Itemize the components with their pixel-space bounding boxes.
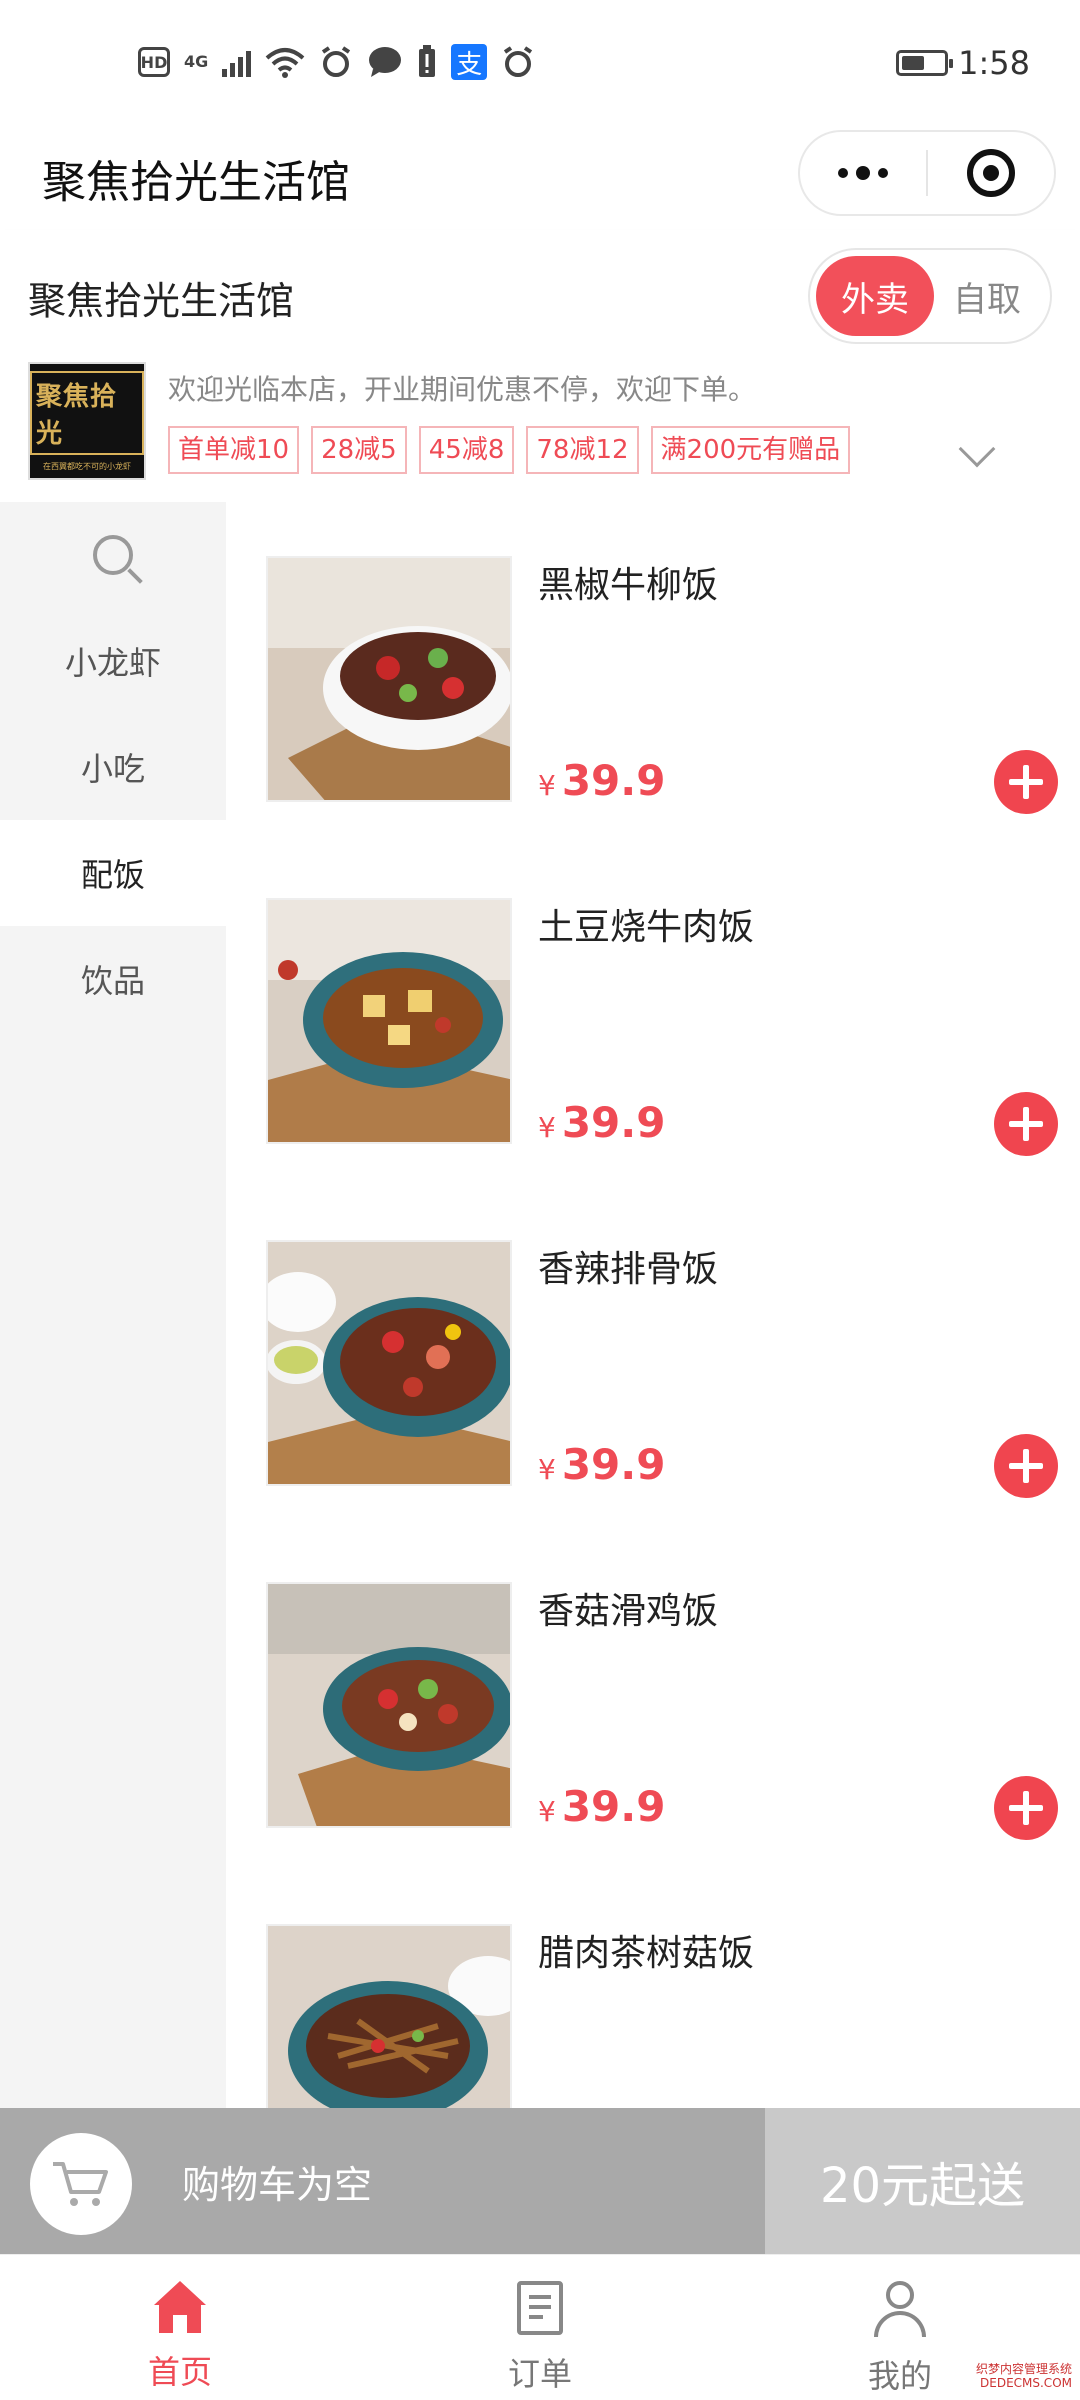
search-icon	[93, 535, 133, 575]
product-name: 黑椒牛柳饭	[538, 565, 719, 606]
category-item[interactable]: 饮品	[0, 926, 226, 1032]
promo-tag: 28减5	[311, 426, 407, 474]
price-value: 39.9	[561, 1782, 666, 1831]
message-icon	[369, 47, 402, 77]
shop-logo: 聚焦拾光 在西翼都吃不可的小龙虾	[28, 362, 146, 480]
promotion-tags: 首单减10 28减5 45减8 78减12 满200元有赠品	[168, 426, 851, 474]
logo-subtext: 在西翼都吃不可的小龙虾	[43, 461, 131, 471]
product-list: 黑椒牛柳饭 ¥ 39.9 土豆烧牛肉饭 ¥ 39.9 香辣排骨饭 ¥ 39.9 …	[226, 502, 1080, 2108]
tab-label: 订单	[507, 2355, 572, 2393]
battery-level	[902, 56, 925, 70]
product-price: ¥ 39.9	[538, 1782, 665, 1831]
product-card[interactable]: 土豆烧牛肉饭 ¥ 39.9	[266, 898, 1066, 1156]
tab-label: 首页	[147, 2353, 212, 2391]
promo-tag: 首单减10	[168, 426, 300, 474]
shop-header: 聚焦拾光生活馆 外卖 自取 聚焦拾光 在西翼都吃不可的小龙虾 欢迎光临本店，开业…	[0, 230, 1080, 502]
product-card[interactable]: 黑椒牛柳饭 ¥ 39.9	[266, 556, 1066, 814]
watermark: 织梦内容管理系统 DEDECMS.COM	[976, 2362, 1072, 2390]
product-price: ¥ 39.9	[538, 1098, 665, 1147]
order-mode-toggle: 外卖 自取	[808, 248, 1052, 344]
promo-tag: 45减8	[418, 426, 515, 474]
currency-symbol: ¥	[538, 1453, 556, 1486]
cart-summary[interactable]: 购物车为空	[0, 2108, 765, 2254]
plus-icon	[1023, 1107, 1029, 1141]
wifi-icon	[265, 48, 305, 78]
battery-alert-icon	[419, 45, 436, 77]
status-right: 1:58	[896, 44, 1030, 82]
plus-icon	[1023, 1449, 1029, 1483]
checkout-button[interactable]: 20元起送	[765, 2108, 1080, 2254]
user-icon	[872, 2281, 928, 2337]
watermark-line: 织梦内容管理系统	[975, 2362, 1072, 2376]
promo-tag: 78减12	[526, 426, 639, 474]
product-card[interactable]: 香辣排骨饭 ¥ 39.9	[266, 1240, 1066, 1498]
add-to-cart-button[interactable]	[994, 1434, 1058, 1498]
category-sidebar: 小龙虾 小吃 配饭 饮品	[0, 502, 226, 2108]
add-to-cart-button[interactable]	[994, 1776, 1058, 1840]
more-dots-icon	[838, 166, 888, 180]
tab-home[interactable]: 首页	[0, 2255, 360, 2400]
add-to-cart-button[interactable]	[994, 1092, 1058, 1156]
currency-symbol: ¥	[538, 1111, 556, 1144]
tab-orders[interactable]: 订单	[360, 2255, 720, 2400]
more-button[interactable]	[800, 132, 926, 214]
delivery-mode-button[interactable]: 外卖	[816, 256, 934, 336]
plus-icon	[1023, 765, 1029, 799]
cart-bar: 购物车为空 20元起送	[0, 2108, 1080, 2254]
product-image	[266, 1240, 512, 1486]
price-value: 39.9	[561, 1098, 666, 1147]
clock: 1:58	[958, 44, 1030, 82]
price-value: 39.9	[561, 1440, 666, 1489]
target-icon	[967, 149, 1015, 197]
category-item-active[interactable]: 配饭	[0, 820, 226, 926]
price-value: 39.9	[561, 756, 666, 805]
status-icons: HD 4G 支	[138, 44, 535, 80]
cart-icon	[53, 2162, 108, 2206]
alarm-icon	[504, 46, 533, 77]
product-price: ¥ 39.9	[538, 756, 665, 805]
cart-status: 购物车为空	[182, 2163, 373, 2207]
battery-icon	[896, 50, 954, 76]
shop-name: 聚焦拾光生活馆	[28, 279, 295, 323]
product-image	[266, 1924, 512, 2108]
alarm-icon	[322, 46, 351, 77]
network-type: 4G	[184, 52, 209, 71]
tab-label: 我的	[867, 2357, 932, 2395]
search-button[interactable]	[0, 502, 226, 608]
product-name: 土豆烧牛肉饭	[538, 907, 755, 948]
product-card[interactable]: 腊肉茶树菇饭	[266, 1924, 1066, 2108]
nav-bar: 聚焦拾光生活馆	[0, 120, 1080, 230]
order-icon	[517, 2281, 563, 2335]
page-title: 聚焦拾光生活馆	[42, 157, 350, 208]
hd-icon: HD	[138, 47, 170, 77]
product-image	[266, 898, 512, 1144]
home-icon	[153, 2281, 207, 2333]
status-bar: HD 4G 支 1:58	[0, 0, 1080, 120]
logo-text: 聚焦拾光	[30, 370, 144, 455]
signal-icon	[222, 47, 252, 77]
currency-symbol: ¥	[538, 769, 556, 802]
alipay-icon: 支	[451, 44, 488, 80]
promo-tag: 满200元有赠品	[650, 426, 851, 474]
cart-button[interactable]	[30, 2133, 132, 2235]
pickup-mode-button[interactable]: 自取	[932, 256, 1042, 336]
product-card[interactable]: 香菇滑鸡饭 ¥ 39.9	[266, 1582, 1066, 1840]
product-price: ¥ 39.9	[538, 1440, 665, 1489]
currency-symbol: ¥	[538, 1795, 556, 1828]
capsule-menu	[798, 130, 1056, 216]
watermark-line: DEDECMS.COM	[980, 2376, 1072, 2390]
product-image	[266, 556, 512, 802]
plus-icon	[1023, 1791, 1029, 1825]
product-name: 香菇滑鸡饭	[538, 1591, 719, 1632]
product-image	[266, 1582, 512, 1828]
product-name: 香辣排骨饭	[538, 1249, 719, 1290]
chevron-down-icon[interactable]	[958, 430, 996, 468]
shop-notice: 欢迎光临本店，开业期间优惠不停，欢迎下单。	[168, 373, 757, 406]
add-to-cart-button[interactable]	[994, 750, 1058, 814]
category-item[interactable]: 小吃	[0, 714, 226, 820]
close-button[interactable]	[928, 132, 1054, 214]
category-item[interactable]: 小龙虾	[0, 608, 226, 714]
tab-bar: 首页 订单 我的	[0, 2254, 1080, 2400]
product-name: 腊肉茶树菇饭	[538, 1933, 755, 1974]
